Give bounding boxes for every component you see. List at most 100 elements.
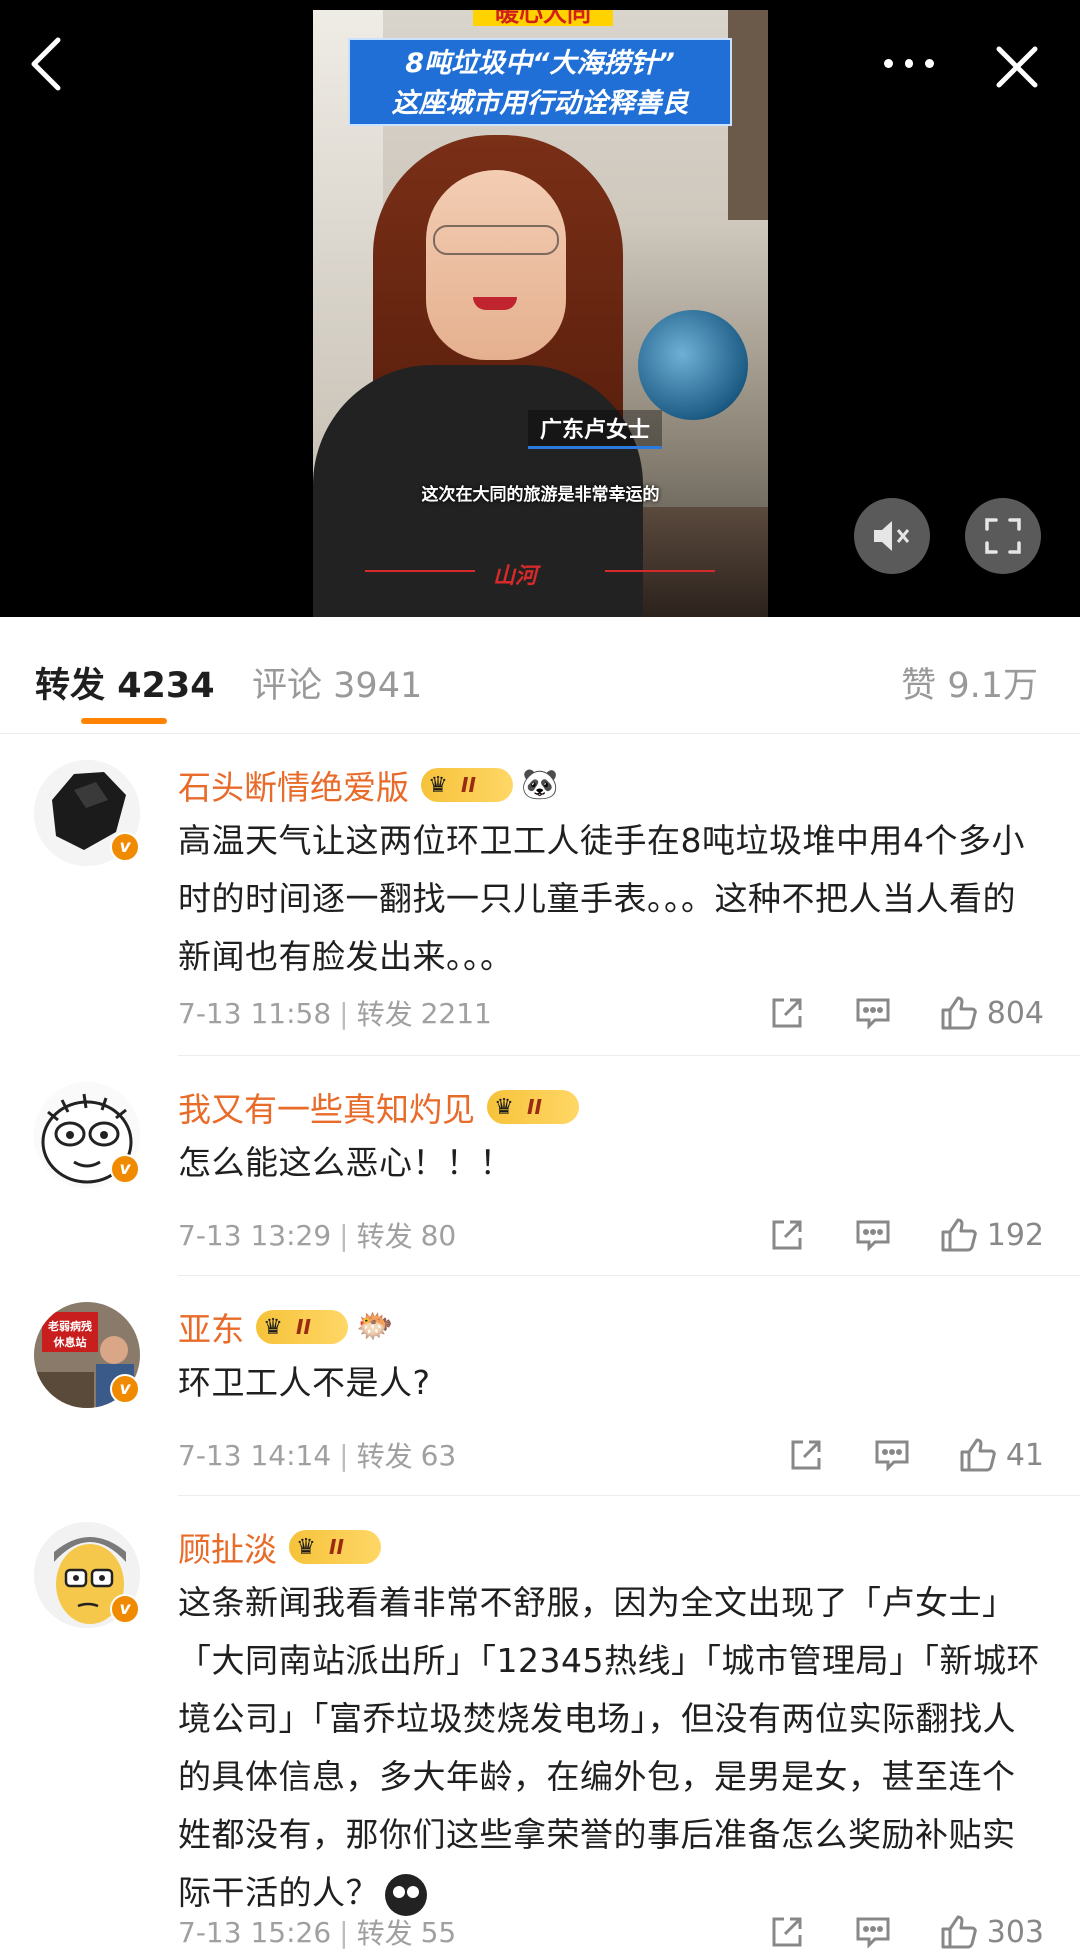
more-dot <box>904 58 914 68</box>
comment-header: 亚东 ♛ II 🐡 <box>178 1302 393 1352</box>
comment-header: 我又有一些真知灼见 ♛ II <box>178 1082 579 1132</box>
comment-divider <box>178 1275 1080 1276</box>
like-button[interactable] <box>958 1435 998 1475</box>
like-count: 192 <box>986 1217 1044 1253</box>
comment-repost-label: 转发 <box>356 998 413 1031</box>
vip-level: II <box>329 1535 344 1559</box>
vip-badge[interactable]: ♛ II <box>256 1310 348 1344</box>
svg-text:老弱病残: 老弱病残 <box>47 1319 92 1333</box>
vip-level: II <box>461 773 476 797</box>
comment-icon <box>856 1917 890 1949</box>
tab-comments-label: 评论 <box>252 666 323 706</box>
tab-comments[interactable]: 评论 3941 <box>252 657 422 708</box>
comment-actions: 192 <box>721 1215 1044 1255</box>
tab-active-indicator <box>81 718 167 724</box>
tab-bar: 转发 4234 评论 3941 赞 9.1万 <box>0 617 1080 734</box>
close-button[interactable] <box>990 40 1044 94</box>
comment-text: 这条新闻我看着非常不舒服，因为全文出现了「卢女士」「大同南站派出所」「12345… <box>178 1574 1048 1922</box>
more-button[interactable] <box>878 38 940 88</box>
video-shelf <box>728 10 768 220</box>
close-icon <box>996 46 1038 88</box>
comment-item[interactable]: v 我又有一些真知灼见 ♛ II 怎么能这么恶心！！！ 7-13 13:29 |… <box>0 1082 1080 1282</box>
crown-icon: ♛ <box>296 1534 316 1560</box>
verified-badge: v <box>110 1374 140 1404</box>
comment-header: 顾扯淡 ♛ II <box>178 1522 381 1572</box>
comment-text: 环卫工人不是人? <box>178 1363 431 1402</box>
share-icon <box>791 1440 821 1470</box>
share-icon <box>772 1917 802 1947</box>
reply-button[interactable] <box>853 1912 893 1952</box>
comment-actions: 41 <box>740 1435 1044 1475</box>
video-player[interactable]: 暖心大同 8吨垃圾中“大海捞针” 这座城市用行动诠释善良 广东卢女士 这次在大同… <box>0 0 1080 617</box>
thumbs-up-icon <box>941 1218 977 1252</box>
verified-badge: v <box>110 832 140 862</box>
comment-repost-count: 55 <box>420 1915 457 1949</box>
like-button[interactable] <box>939 1912 979 1952</box>
video-frame[interactable]: 暖心大同 8吨垃圾中“大海捞针” 这座城市用行动诠释善良 广东卢女士 这次在大同… <box>313 10 768 617</box>
mute-button[interactable] <box>854 498 930 574</box>
fullscreen-button[interactable] <box>965 498 1041 574</box>
reply-button[interactable] <box>853 993 893 1033</box>
comment-divider <box>178 1495 1080 1496</box>
tab-likes[interactable]: 赞 9.1万 <box>901 657 1038 708</box>
meta-separator: | <box>339 1915 349 1949</box>
tab-comments-count: 3941 <box>333 666 423 706</box>
comment-username[interactable]: 我又有一些真知灼见 <box>178 1083 475 1131</box>
video-red-rule-left <box>365 570 475 572</box>
comment-repost-count: 80 <box>420 1218 457 1252</box>
thumbs-up-icon <box>941 996 977 1030</box>
more-dot <box>925 58 935 68</box>
comment-item[interactable]: 老弱病残 休息站 v 亚东 ♛ II 🐡 环卫工人不是人? 7-13 14:14 … <box>0 1302 1080 1502</box>
vip-level: II <box>527 1095 542 1119</box>
comment-item[interactable]: v 顾扯淡 ♛ II 这条新闻我看着非常不舒服，因为全文出现了「卢女士」「大同南… <box>0 1522 1080 1953</box>
comment-username[interactable]: 亚东 <box>178 1303 244 1351</box>
comment-username[interactable]: 石头断情绝爱版 <box>178 761 409 809</box>
crown-icon: ♛ <box>428 772 448 798</box>
pufferfish-icon: 🐡 <box>356 1309 394 1344</box>
thumbs-up-icon <box>941 1915 977 1949</box>
share-button[interactable] <box>767 993 807 1033</box>
comment-time: 7-13 13:29 <box>178 1218 332 1252</box>
video-headline-top: 暖心大同 <box>473 10 613 26</box>
vip-level: II <box>296 1315 311 1339</box>
tab-reposts[interactable]: 转发 4234 <box>35 657 215 708</box>
tab-likes-label: 赞 <box>901 666 937 706</box>
comment-repost-count: 2211 <box>420 996 492 1030</box>
meta-separator: | <box>339 1438 349 1472</box>
comment-time: 7-13 14:14 <box>178 1438 332 1472</box>
video-subtitle: 这次在大同的旅游是非常幸运的 <box>421 485 660 505</box>
tab-reposts-count: 4234 <box>117 666 215 706</box>
video-red-rule-right <box>605 570 715 572</box>
comment-actions: 303 <box>721 1912 1044 1952</box>
share-button[interactable] <box>767 1912 807 1952</box>
verified-badge: v <box>110 1594 140 1624</box>
reply-button[interactable] <box>853 1215 893 1255</box>
chevron-left-icon <box>31 37 61 91</box>
comment-divider <box>178 1055 1080 1056</box>
video-headline-line2: 这座城市用行动诠释善良 <box>391 88 689 119</box>
reply-button[interactable] <box>872 1435 912 1475</box>
meta-separator: | <box>339 996 349 1030</box>
comment-time: 7-13 15:26 <box>178 1915 332 1949</box>
back-button[interactable] <box>18 28 74 100</box>
comment-repost-label: 转发 <box>356 1220 413 1253</box>
share-button[interactable] <box>767 1215 807 1255</box>
vip-badge[interactable]: ♛ II <box>487 1090 579 1124</box>
comment-item[interactable]: v 石头断情绝爱版 ♛ II 🐼 高温天气让这两位环卫工人徒手在8吨垃圾堆中用4… <box>0 760 1080 1060</box>
video-person-mouth <box>473 297 517 310</box>
vip-badge[interactable]: ♛ II <box>421 768 513 802</box>
panda-icon: 🐼 <box>521 767 559 802</box>
verified-badge: v <box>110 1154 140 1184</box>
comment-icon <box>856 1220 890 1252</box>
like-button[interactable] <box>939 993 979 1033</box>
like-button[interactable] <box>939 1215 979 1255</box>
video-headline: 8吨垃圾中“大海捞针” 这座城市用行动诠释善良 <box>348 38 732 126</box>
comment-header: 石头断情绝爱版 ♛ II 🐼 <box>178 760 558 810</box>
share-button[interactable] <box>786 1435 826 1475</box>
comment-text: 怎么能这么恶心！！！ <box>178 1143 513 1182</box>
video-name-tag: 广东卢女士 <box>528 410 663 449</box>
comment-icon <box>856 998 890 1030</box>
vip-badge[interactable]: ♛ II <box>289 1530 381 1564</box>
comment-username[interactable]: 顾扯淡 <box>178 1523 277 1571</box>
crown-icon: ♛ <box>263 1314 283 1340</box>
